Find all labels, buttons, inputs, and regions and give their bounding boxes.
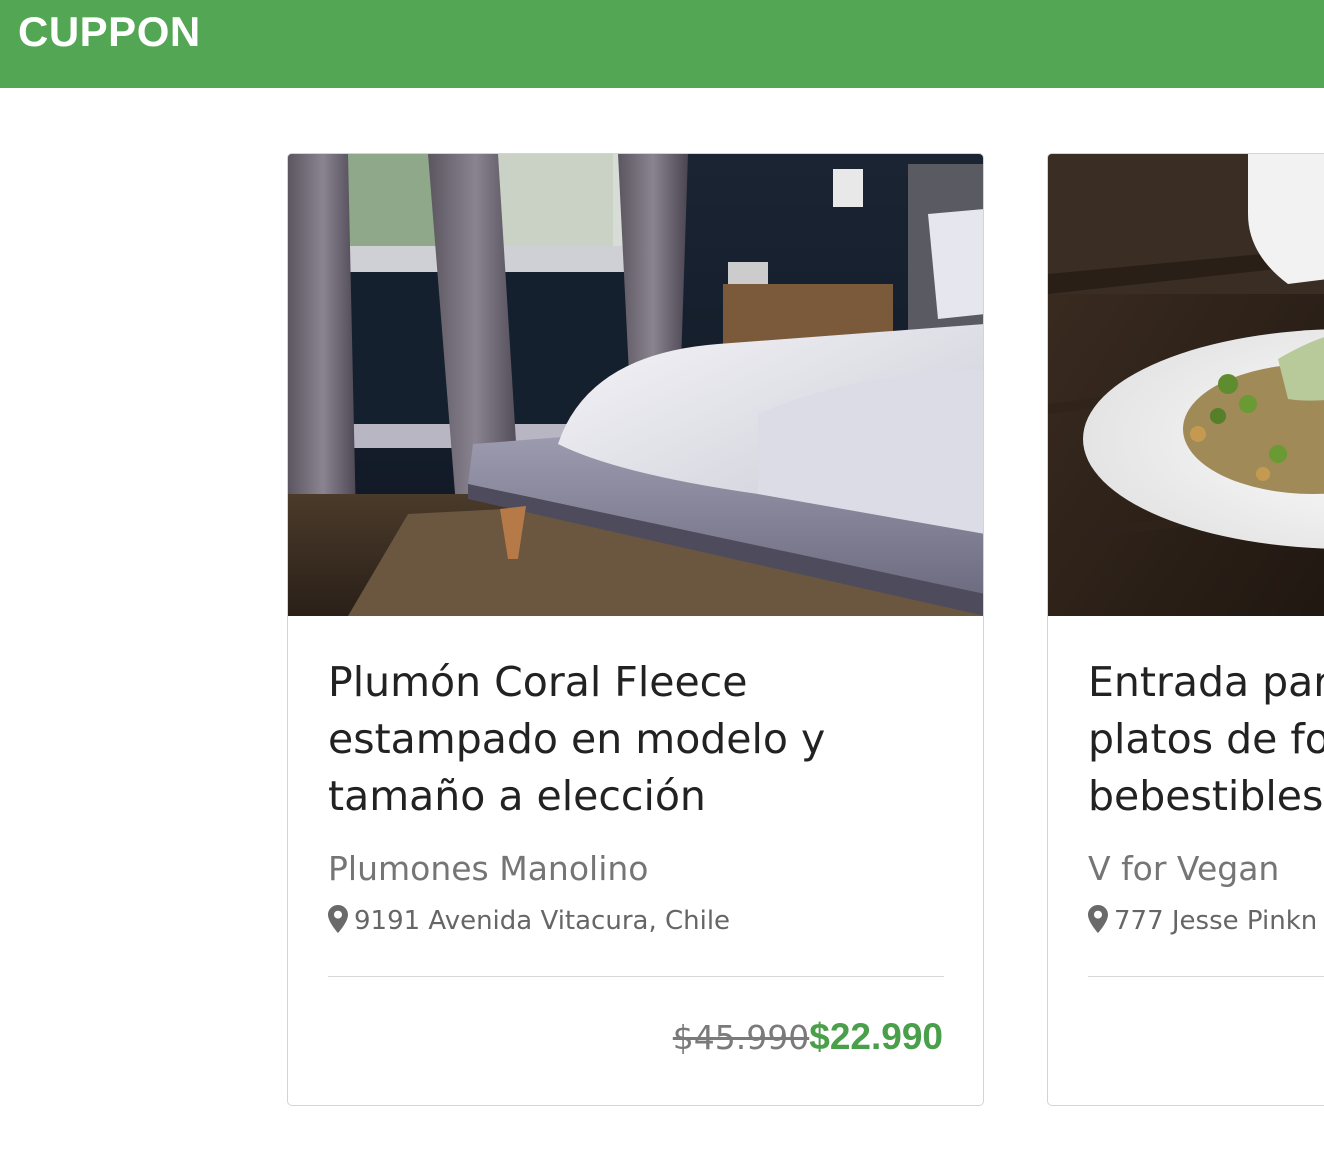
merchant-name: V for Vegan [1088, 849, 1280, 888]
discount-price: $22.990 [809, 1016, 943, 1057]
deal-image-vegan[interactable] [1048, 154, 1324, 616]
deal-title-line: platos de fo [1088, 715, 1324, 763]
deal-title-line: Plumón Coral Fleece [328, 658, 748, 706]
deal-card[interactable]: Plumón Coral Fleece estampado en modelo … [287, 153, 984, 1106]
map-pin-icon [328, 905, 348, 942]
card-divider [328, 976, 944, 977]
merchant-name: Plumones Manolino [328, 849, 649, 888]
deal-title-line: Entrada par [1088, 658, 1324, 706]
map-pin-icon [1088, 905, 1108, 942]
deal-location: 9191 Avenida Vitacura, Chile [328, 904, 730, 942]
deal-title-line: bebestibles [1088, 772, 1324, 820]
card-divider [1088, 976, 1324, 977]
deal-card[interactable]: Entrada par platos de fo bebestibles V f… [1047, 153, 1324, 1106]
location-text: 777 Jesse Pinkn [1114, 906, 1318, 936]
location-text: 9191 Avenida Vitacura, Chile [354, 906, 731, 936]
top-header: CUPPON [0, 0, 1324, 88]
price-row: $45.990$22.990 [673, 1016, 943, 1058]
deal-title-line: tamaño a elección [328, 772, 706, 820]
deal-title[interactable]: Plumón Coral Fleece estampado en modelo … [328, 654, 948, 825]
original-price: $45.990 [672, 1018, 810, 1057]
deal-title-line: estampado en modelo y [328, 715, 826, 763]
deal-image-bedroom[interactable] [288, 154, 983, 616]
deal-title[interactable]: Entrada par platos de fo bebestibles [1088, 654, 1324, 825]
deal-location: 777 Jesse Pinkn [1088, 904, 1317, 942]
brand-logo[interactable]: CUPPON [18, 8, 201, 56]
